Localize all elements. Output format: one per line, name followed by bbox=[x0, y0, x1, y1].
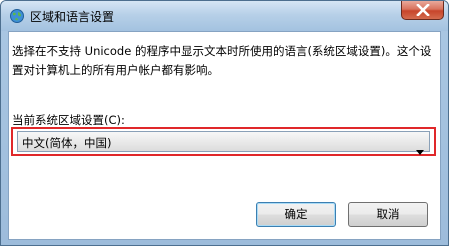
dialog-window: 区域和语言设置 选择在不支持 Unicode 的程序中显示文本时所使用的语言(系… bbox=[0, 0, 449, 246]
globe-icon bbox=[9, 8, 25, 24]
dropdown-arrow-icon[interactable] bbox=[416, 140, 424, 159]
dialog-body: 选择在不支持 Unicode 的程序中显示文本时所使用的语言(系统区域设置)。这… bbox=[8, 31, 441, 240]
close-x-icon bbox=[416, 4, 430, 16]
locale-select-value: 中文(简体，中国) bbox=[22, 136, 112, 150]
title-bar[interactable]: 区域和语言设置 bbox=[1, 1, 448, 31]
ok-button[interactable]: 确定 bbox=[256, 202, 336, 227]
locale-label: 当前系统区域设置(C): bbox=[12, 113, 125, 127]
close-button[interactable] bbox=[401, 1, 444, 20]
highlight-box: 中文(简体，中国) bbox=[11, 127, 436, 156]
description-text: 选择在不支持 Unicode 的程序中显示文本时所使用的语言(系统区域设置)。这… bbox=[12, 44, 432, 77]
locale-select[interactable]: 中文(简体，中国) bbox=[17, 131, 430, 155]
window-title: 区域和语言设置 bbox=[30, 10, 115, 24]
cancel-button[interactable]: 取消 bbox=[348, 202, 428, 227]
